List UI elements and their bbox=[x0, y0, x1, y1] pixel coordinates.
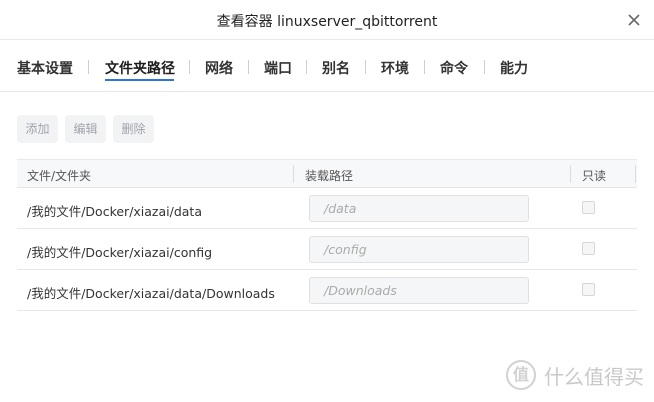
mount-table: 文件/文件夹 装载路径 只读 /我的文件/Docker/xiazai/data … bbox=[17, 159, 637, 311]
file-path: /我的文件/Docker/xiazai/data bbox=[27, 204, 202, 219]
file-path: /我的文件/Docker/xiazai/data/Downloads bbox=[27, 286, 275, 301]
header-readonly: 只读 bbox=[582, 169, 607, 183]
table-row: /我的文件/Docker/xiazai/data/Downloads /Down… bbox=[17, 270, 637, 311]
mount-path-input: /config bbox=[309, 236, 529, 263]
tab-separator bbox=[424, 60, 425, 74]
delete-button[interactable]: 删除 bbox=[113, 115, 154, 143]
tab-environment[interactable]: 环境 bbox=[381, 58, 409, 78]
tab-folder-paths[interactable]: 文件夹路径 bbox=[105, 58, 175, 78]
close-icon[interactable] bbox=[626, 12, 642, 28]
readonly-checkbox bbox=[582, 242, 595, 255]
watermark: 值 什么值得买 bbox=[506, 360, 644, 390]
container-dialog: 查看容器 linuxserver_qbittorrent 基本设置 文件夹路径 … bbox=[0, 0, 654, 402]
tab-separator bbox=[306, 60, 307, 74]
table-row: /我的文件/Docker/xiazai/data /data bbox=[17, 188, 637, 229]
tab-separator bbox=[365, 60, 366, 74]
tab-aliases[interactable]: 别名 bbox=[322, 58, 350, 78]
column-separator bbox=[635, 165, 636, 183]
readonly-checkbox bbox=[582, 201, 595, 214]
dialog-titlebar: 查看容器 linuxserver_qbittorrent bbox=[0, 0, 654, 40]
mount-path-input: /data bbox=[309, 195, 529, 222]
tab-separator bbox=[484, 60, 485, 74]
dialog-title: 查看容器 linuxserver_qbittorrent bbox=[216, 14, 438, 30]
tab-separator bbox=[189, 60, 190, 74]
watermark-logo-icon: 值 bbox=[506, 360, 536, 390]
table-header: 文件/文件夹 装载路径 只读 bbox=[17, 160, 637, 188]
tab-separator bbox=[88, 60, 89, 74]
mount-path-input: /Downloads bbox=[309, 277, 529, 304]
header-file-folder: 文件/文件夹 bbox=[27, 169, 92, 183]
tab-bar: 基本设置 文件夹路径 网络 端口 别名 环境 命令 能力 bbox=[0, 40, 654, 92]
edit-button[interactable]: 编辑 bbox=[65, 115, 106, 143]
add-button[interactable]: 添加 bbox=[17, 115, 58, 143]
table-row: /我的文件/Docker/xiazai/config /config bbox=[17, 229, 637, 270]
readonly-checkbox bbox=[582, 283, 595, 296]
header-mount-path: 装载路径 bbox=[305, 169, 354, 183]
tab-capabilities[interactable]: 能力 bbox=[500, 58, 528, 78]
tab-network[interactable]: 网络 bbox=[205, 58, 233, 78]
tab-command[interactable]: 命令 bbox=[440, 58, 468, 78]
tab-separator bbox=[248, 60, 249, 74]
column-separator bbox=[293, 165, 294, 183]
active-tab-indicator bbox=[105, 79, 174, 81]
column-separator bbox=[570, 165, 571, 183]
watermark-text: 什么值得买 bbox=[544, 364, 644, 389]
tab-basic-settings[interactable]: 基本设置 bbox=[17, 58, 73, 78]
tab-ports[interactable]: 端口 bbox=[264, 58, 292, 78]
file-path: /我的文件/Docker/xiazai/config bbox=[27, 245, 213, 260]
